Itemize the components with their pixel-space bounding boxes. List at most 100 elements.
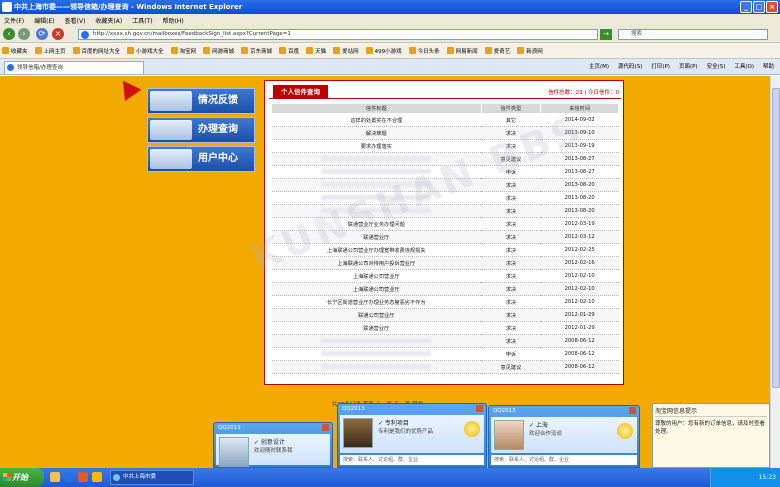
favorite-item[interactable]: 网游商城 (203, 47, 234, 55)
letter-title-redacted[interactable] (271, 165, 482, 179)
quicklaunch-icon[interactable] (50, 472, 60, 482)
table-row[interactable]: 求决 2013-08-20 (271, 178, 619, 192)
minimize-button[interactable]: _ (740, 1, 752, 13)
table-row[interactable]: 这样的处置实在不合理 其它 2014-09-02 (271, 113, 619, 127)
cmd-print[interactable]: 打印(P) (651, 62, 670, 70)
letter-title[interactable]: 上海联通公司对待用户投诉营业厅 (271, 256, 482, 270)
table-row[interactable]: 联通营业厅 求决 2012-01-29 (271, 321, 619, 335)
letter-title[interactable]: 联通公司营业厅 (271, 308, 482, 322)
quicklaunch-ie-icon[interactable] (64, 472, 74, 482)
letter-title[interactable]: 这样的处置实在不合理 (271, 113, 482, 127)
menu-tools[interactable]: 工具(T) (132, 16, 152, 25)
quicklaunch-app-icon[interactable] (78, 472, 88, 482)
favorite-item[interactable]: 爱奇艺 (484, 47, 510, 55)
favorite-item[interactable]: 天猫 (306, 47, 326, 55)
favorite-item[interactable]: 京东商城 (241, 47, 272, 55)
table-row[interactable]: 长宁区街道营业厅办理业务态度恶劣不作为 求决 2012-02-10 (271, 295, 619, 309)
letter-title[interactable]: 解决难题 (271, 126, 482, 140)
search-input[interactable]: 搜索 (618, 29, 768, 40)
menu-file[interactable]: 文件(F) (4, 16, 24, 25)
qq-popup-2[interactable]: QQ2013 ✓ 专利项目 专利是我们的优势产品 搜索：联系人、讨论组、群、企业 (337, 403, 487, 468)
favorite-item[interactable]: 网易新闻 (446, 47, 478, 55)
table-row[interactable]: 求决 2013-08-20 (271, 204, 619, 218)
cmd-page[interactable]: 页面(P) (679, 62, 698, 70)
table-row[interactable]: 意见建议 2013-08-27 (271, 152, 619, 166)
letter-title-redacted[interactable] (271, 152, 482, 166)
table-row[interactable]: 申诉 2008-06-12 (271, 347, 619, 361)
letter-title[interactable]: 上海联通公司营业厅 (271, 282, 482, 296)
letter-title[interactable]: 上海联通公司营业厅办理宽带收费违规损失 (271, 243, 482, 257)
favorite-item[interactable]: 上网主页 (34, 47, 66, 55)
menu-favorites[interactable]: 收藏夹(A) (95, 16, 122, 25)
letter-title[interactable]: 上海联通公司营业厅 (271, 269, 482, 283)
taskbar-item-ie[interactable]: 中共上海市委 (110, 470, 194, 485)
close-icon[interactable] (476, 405, 483, 412)
table-row[interactable]: 上海联通公司营业厅办理宽带收费违规损失 求决 2012-02-25 (271, 243, 619, 257)
address-input[interactable]: http://xxxx.sh.gov.cn/mailboxes/Feedback… (78, 29, 598, 40)
letter-title-redacted[interactable] (271, 191, 482, 205)
close-button[interactable]: × (766, 1, 778, 13)
qq-search-input[interactable]: 搜索：联系人、讨论组、群、企业 (340, 455, 484, 465)
favorite-item[interactable]: 今日头条 (408, 47, 440, 55)
cmd-home[interactable]: 主页(M) (589, 62, 609, 70)
menu-help[interactable]: 帮助(H) (163, 16, 184, 25)
table-row[interactable]: 申诉 2013-08-27 (271, 165, 619, 179)
go-button[interactable]: → (600, 29, 612, 40)
table-row[interactable]: 意见建议 2008-06-12 (271, 360, 619, 374)
scrollbar-thumb[interactable] (772, 88, 780, 388)
table-row[interactable]: 联通公司营业厅 求决 2012-01-29 (271, 308, 619, 322)
table-row[interactable]: 求决 2008-06-12 (271, 334, 619, 348)
table-row[interactable]: 联通营业厅业务办理问题 求决 2012-03-19 (271, 217, 619, 231)
favorite-item[interactable]: 淘宝网 (170, 47, 196, 55)
stop-icon[interactable]: × (52, 28, 64, 40)
qq-popup-3[interactable]: QQ2013 ✓ 上海 欢迎合作洽谈 搜索：联系人、讨论组、群、企业 (488, 405, 640, 468)
start-button[interactable]: 开始 (0, 468, 44, 487)
vertical-scrollbar[interactable] (770, 76, 780, 468)
letter-title-redacted[interactable] (271, 204, 482, 218)
menu-edit[interactable]: 编辑(E) (34, 16, 54, 25)
favorite-item[interactable]: 499小游戏 (365, 47, 402, 55)
letter-title-redacted[interactable] (271, 360, 482, 374)
letter-title[interactable]: 联通营业厅 (271, 321, 482, 335)
favorite-item[interactable]: 百度的网址大全 (72, 47, 120, 55)
close-icon[interactable] (322, 424, 329, 431)
cmd-tools[interactable]: 工具(O) (734, 62, 754, 70)
cmd-source[interactable]: 源代码(S) (618, 62, 642, 70)
forward-arrow-icon[interactable]: › (18, 28, 30, 40)
maximize-button[interactable]: □ (753, 1, 765, 13)
qq-popup-1[interactable]: QQ2013 ✓ 创意设计 欢迎随时联系我 (213, 422, 333, 468)
table-row[interactable]: 要求办理落实 求决 2013-09-19 (271, 139, 619, 153)
letter-title[interactable]: 联通营业厅业务办理问题 (271, 217, 482, 231)
clock[interactable]: 15:23 (759, 474, 776, 481)
quicklaunch-folder-icon[interactable] (92, 472, 102, 482)
taobao-notice-popup[interactable]: 淘宝网信息提示 尊敬的用户：您有新的订单信息，请及时查看处理。 (652, 403, 770, 468)
table-row[interactable]: 上海联通公司对待用户投诉营业厅 求决 2012-02-16 (271, 256, 619, 270)
favorite-item[interactable]: 小游戏大全 (127, 47, 164, 55)
letter-title[interactable]: 联通营业厅 (271, 230, 482, 244)
table-row[interactable]: 上海联通公司营业厅 求决 2012-02-10 (271, 282, 619, 296)
letter-title-redacted[interactable] (271, 334, 482, 348)
back-arrow-icon[interactable]: ‹ (3, 28, 15, 40)
table-row[interactable]: 解决难题 求决 2013-09-10 (271, 126, 619, 140)
letter-title-redacted[interactable] (271, 347, 482, 361)
table-row[interactable]: 上海联通公司营业厅 求决 2012-02-10 (271, 269, 619, 283)
favorite-item[interactable]: 爱站网 (333, 47, 359, 55)
refresh-icon[interactable]: ⟳ (36, 28, 48, 40)
letter-title[interactable]: 要求办理落实 (271, 139, 482, 153)
close-icon[interactable] (629, 407, 636, 414)
cmd-help[interactable]: 帮助 (763, 62, 774, 70)
table-row[interactable]: 求决 2013-08-20 (271, 191, 619, 205)
letter-title-redacted[interactable] (271, 178, 482, 192)
menu-view[interactable]: 查看(V) (65, 16, 86, 25)
tab-mailbox[interactable]: 领导信箱/办理查询 (4, 61, 144, 74)
sidebar-item-query[interactable]: 办理查询 (147, 117, 255, 143)
sidebar-item-user-center[interactable]: 用户中心 (147, 146, 255, 172)
table-row[interactable]: 联通营业厅 求决 2012-03-12 (271, 230, 619, 244)
favorite-item[interactable]: 新浪网 (517, 47, 543, 55)
favorite-item[interactable]: 百度 (279, 47, 299, 55)
sidebar-item-feedback[interactable]: 情况反馈 (147, 88, 255, 114)
favorite-item[interactable]: 收藏夹 (2, 47, 28, 55)
cmd-safety[interactable]: 安全(S) (707, 62, 726, 70)
letter-title[interactable]: 长宁区街道营业厅办理业务态度恶劣不作为 (271, 295, 482, 309)
qq-search-input[interactable]: 搜索：联系人、讨论组、群、企业 (491, 455, 637, 465)
